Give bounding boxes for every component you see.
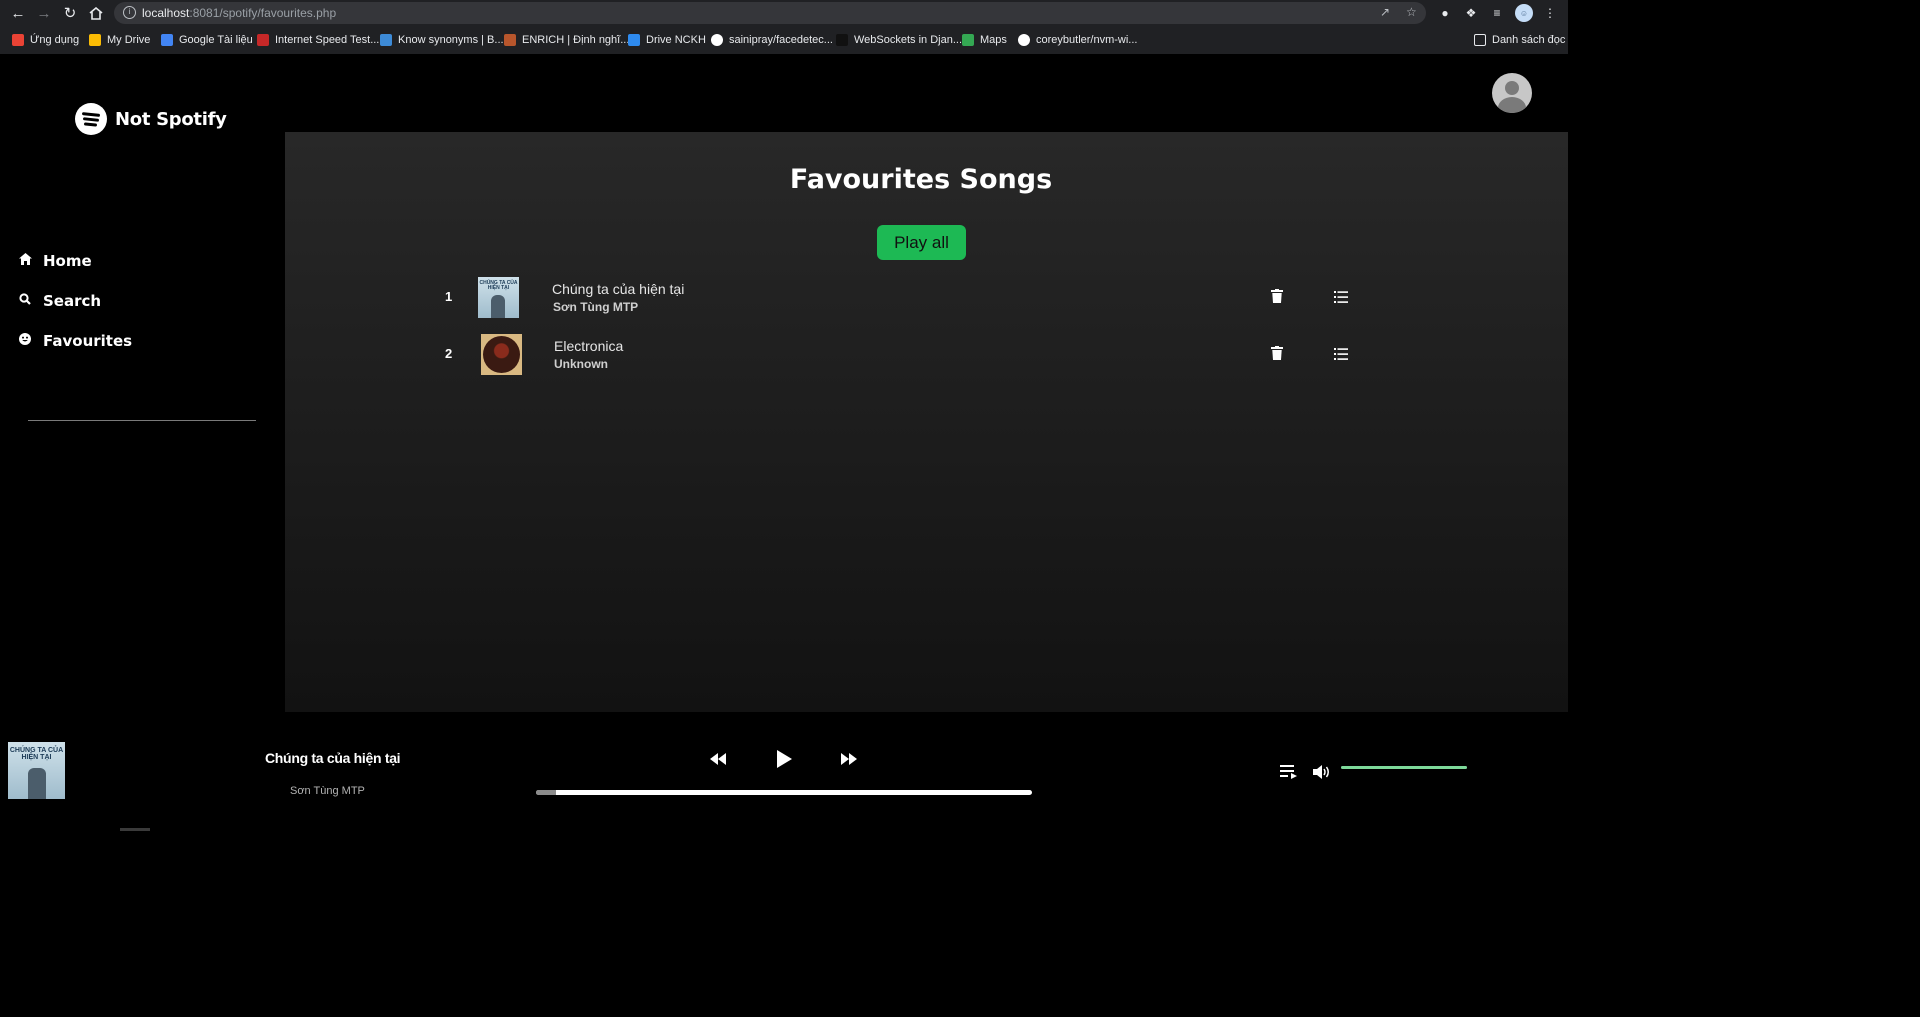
sidebar-item-label: Favourites [43, 332, 133, 350]
bookmark-label: coreybutler/nvm-wi... [1036, 34, 1138, 46]
reload-icon[interactable]: ↻ [60, 4, 80, 22]
forward-icon[interactable]: → [34, 4, 54, 22]
progress-bar[interactable] [536, 790, 1032, 795]
bookmark-label: My Drive [107, 34, 151, 46]
bookmark-favicon-icon [504, 34, 516, 46]
previous-icon[interactable] [708, 748, 728, 770]
back-icon[interactable]: ← [8, 4, 28, 22]
sidebar-item-search[interactable]: Search [18, 292, 101, 310]
page-title: Favourites Songs [789, 164, 1053, 195]
bookmark-label: WebSockets in Djan... [854, 34, 963, 46]
bookmark-label: Ứng dụng [30, 34, 80, 46]
sidebar: Not Spotify Home Search Favourites [0, 54, 285, 712]
progress-fill [536, 790, 556, 795]
bookmark-label: Drive NCKH [646, 34, 706, 46]
bookmark-favicon-icon [962, 34, 974, 46]
bookmark-label: ENRICH | Định nghĩ... [522, 34, 630, 46]
main-content: Favourites Songs Play all 1 CHÚNG TA CỦA… [285, 132, 1568, 712]
bookmark-item[interactable]: ENRICH | Định nghĩ... [504, 32, 629, 48]
bookmark-star-icon[interactable]: ☆ [1406, 5, 1417, 19]
bookmark-item[interactable]: coreybutler/nvm-wi... [1018, 32, 1137, 48]
queue-icon[interactable] [1279, 761, 1299, 783]
bookmark-favicon-icon [1018, 34, 1030, 46]
spotify-logo-icon [75, 103, 107, 135]
volume-slider[interactable] [1341, 766, 1467, 769]
extensions-icon[interactable]: ❖ [1462, 4, 1480, 22]
play-all-button[interactable]: Play all [877, 225, 966, 260]
bookmark-item[interactable]: WebSockets in Djan... [836, 32, 962, 48]
scrollbar[interactable] [120, 828, 150, 831]
bookmark-favicon-icon [711, 34, 723, 46]
queue-list-icon[interactable] [1334, 347, 1348, 360]
browser-chrome: ← → ↻ i localhost:8081/spotify/favourite… [0, 0, 1568, 54]
volume-icon[interactable] [1312, 761, 1332, 783]
share-icon[interactable]: ↗ [1380, 5, 1390, 19]
brand-name: Not Spotify [115, 108, 227, 130]
browser-menu-icon[interactable]: ⋮ [1541, 4, 1559, 22]
bookmark-item[interactable]: My Drive [89, 32, 150, 48]
now-playing-title: Chúng ta của hiện tại [265, 750, 401, 766]
volume-fill [1341, 766, 1467, 769]
song-cover [481, 334, 522, 375]
github-extension-icon[interactable]: ● [1436, 4, 1454, 22]
smile-icon [18, 333, 32, 349]
sidebar-item-home[interactable]: Home [18, 252, 92, 270]
brand-logo[interactable]: Not Spotify [75, 103, 227, 135]
sidebar-item-label: Search [43, 292, 102, 310]
song-title[interactable]: Electronica [554, 338, 623, 354]
song-index: 1 [445, 289, 453, 304]
now-playing-cover: CHÚNG TA CỦA HIỆN TẠI [8, 742, 65, 799]
app-window: Not Spotify Home Search Favourites Favou… [0, 54, 1568, 831]
song-index: 2 [445, 346, 453, 361]
trash-icon[interactable] [1271, 346, 1283, 360]
song-row[interactable]: 1 CHÚNG TA CỦA HIỆN TẠI Chúng ta của hiệ… [445, 275, 1365, 319]
media-control-icon[interactable]: ≡ [1488, 4, 1506, 22]
sidebar-item-favourites[interactable]: Favourites [18, 332, 132, 350]
song-cover: CHÚNG TA CỦA HIỆN TẠI [478, 277, 519, 318]
song-artist: Unknown [554, 357, 608, 371]
bookmark-item[interactable]: Maps [962, 32, 1007, 48]
sidebar-divider [28, 420, 256, 421]
player-bar: CHÚNG TA CỦA HIỆN TẠI Chúng ta của hiện … [0, 712, 1568, 831]
reading-list[interactable]: Danh sách đọc [1474, 32, 1565, 48]
bookmark-item[interactable]: Drive NCKH [628, 32, 706, 48]
bookmark-label: Know synonyms | B... [398, 34, 504, 46]
bookmark-favicon-icon [89, 34, 101, 46]
search-icon [18, 293, 32, 309]
bookmark-favicon-icon [380, 34, 392, 46]
bookmark-item[interactable]: sainipray/facedetec... [711, 32, 833, 48]
song-row[interactable]: 2 Electronica Unknown [445, 332, 1365, 376]
bookmark-favicon-icon [836, 34, 848, 46]
bookmark-label: Maps [980, 34, 1007, 46]
bookmark-item[interactable]: Ứng dụng [12, 32, 79, 48]
bookmark-item[interactable]: Google Tài liệu [161, 32, 253, 48]
bookmarks-bar: Danh sách đọc Ứng dụng My Drive Google Tài… [0, 28, 1568, 52]
user-avatar[interactable] [1492, 73, 1532, 113]
bookmark-label: Google Tài liệu [179, 34, 253, 46]
now-playing-artist: Sơn Tùng MTP [290, 785, 365, 797]
bookmark-label: sainipray/facedetec... [729, 34, 833, 46]
bookmark-favicon-icon [628, 34, 640, 46]
reading-list-icon [1474, 34, 1486, 46]
next-icon[interactable] [839, 748, 859, 770]
bookmark-label: Internet Speed Test... [275, 34, 380, 46]
home-browser-icon[interactable] [86, 4, 106, 22]
bookmark-item[interactable]: Know synonyms | B... [380, 32, 504, 48]
profile-avatar-icon[interactable]: ☺ [1515, 4, 1533, 22]
browser-toolbar: ← → ↻ i localhost:8081/spotify/favourite… [0, 0, 1568, 27]
home-icon [18, 253, 32, 269]
song-title[interactable]: Chúng ta của hiện tại [552, 281, 684, 297]
url-text[interactable]: localhost:8081/spotify/favourites.php [142, 6, 336, 20]
sidebar-item-label: Home [43, 252, 92, 270]
song-artist: Sơn Tùng MTP [553, 300, 639, 314]
bookmark-favicon-icon [257, 34, 269, 46]
bookmark-favicon-icon [161, 34, 173, 46]
queue-list-icon[interactable] [1334, 290, 1348, 303]
play-icon[interactable] [772, 748, 796, 770]
bookmark-favicon-icon [12, 34, 24, 46]
site-info-icon[interactable]: i [123, 6, 136, 19]
bookmark-item[interactable]: Internet Speed Test... [257, 32, 379, 48]
address-bar[interactable]: i localhost:8081/spotify/favourites.php … [114, 2, 1426, 24]
trash-icon[interactable] [1271, 289, 1283, 303]
